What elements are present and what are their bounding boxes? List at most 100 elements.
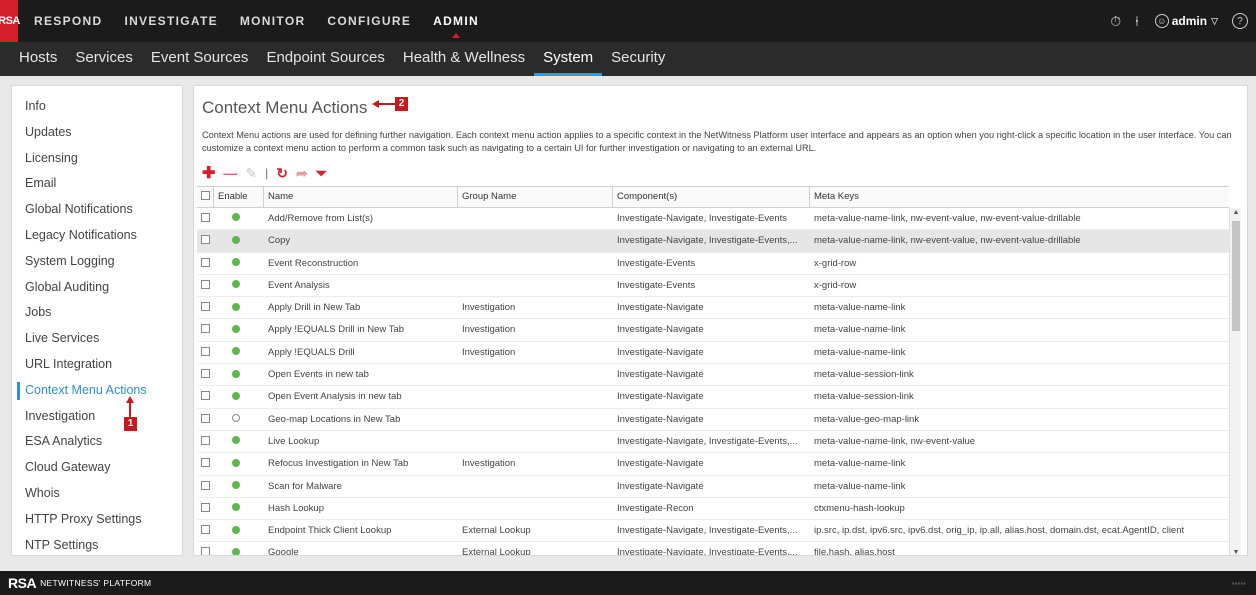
help-icon[interactable]: ? xyxy=(1232,13,1248,29)
timer-icon[interactable]: ⏱ xyxy=(1110,13,1121,30)
edit-icon[interactable]: ✎ xyxy=(245,165,257,182)
table-row[interactable]: Refocus Investigation in New Tab Investig… xyxy=(197,453,1229,476)
sidebar-item-global-auditing[interactable]: Global Auditing xyxy=(12,275,182,301)
scroll-down-icon[interactable]: ▼ xyxy=(1231,549,1241,555)
sidebar-item-updates[interactable]: Updates xyxy=(12,120,182,146)
row-checkbox[interactable] xyxy=(197,253,214,274)
table-row[interactable]: Copy Investigate-Navigate, Investigate-Ev… xyxy=(197,230,1229,253)
table-row[interactable]: Apply !EQUALS Drill in New Tab Investigat… xyxy=(197,319,1229,342)
enable-status-icon[interactable] xyxy=(214,297,264,318)
sidebar-item-url-integration[interactable]: URL Integration xyxy=(12,352,182,378)
row-checkbox[interactable] xyxy=(197,275,214,296)
enable-status-icon[interactable] xyxy=(214,409,264,430)
tab-services[interactable]: Services xyxy=(66,42,142,76)
table-row[interactable]: Live Lookup Investigate-Navigate, Investi… xyxy=(197,431,1229,454)
column-meta-keys[interactable]: Meta Keys xyxy=(810,187,1229,207)
row-checkbox[interactable] xyxy=(197,342,214,363)
column-name[interactable]: Name xyxy=(264,187,458,207)
sidebar-item-global-notifications[interactable]: Global Notifications xyxy=(12,197,182,223)
tab-security[interactable]: Security xyxy=(602,42,674,76)
sidebar-item-system-logging[interactable]: System Logging xyxy=(12,249,182,275)
enable-status-icon[interactable] xyxy=(214,386,264,407)
enable-status-icon[interactable] xyxy=(214,230,264,251)
row-checkbox[interactable] xyxy=(197,319,214,340)
row-checkbox[interactable] xyxy=(197,409,214,430)
row-components: Investigate-Navigate xyxy=(617,391,704,403)
tab-endpoint-sources[interactable]: Endpoint Sources xyxy=(257,42,393,76)
tab-hosts[interactable]: Hosts xyxy=(10,42,66,76)
scroll-thumb[interactable] xyxy=(1232,221,1240,331)
top-nav-configure[interactable]: CONFIGURE xyxy=(327,14,411,28)
table-row[interactable]: Apply !EQUALS Drill Investigation Investig… xyxy=(197,342,1229,365)
add-icon[interactable]: ✚ xyxy=(202,163,215,183)
sidebar-item-context-menu-actions[interactable]: Context Menu Actions xyxy=(12,378,182,404)
sidebar-item-jobs[interactable]: Jobs xyxy=(12,300,182,326)
table-row[interactable]: Hash Lookup Investigate-Recon ctxmenu-hash… xyxy=(197,498,1229,521)
column-group-name[interactable]: Group Name xyxy=(458,187,613,207)
column-enable[interactable]: Enable xyxy=(214,187,264,207)
sidebar-item-email[interactable]: Email xyxy=(12,171,182,197)
tab-health-wellness[interactable]: Health & Wellness xyxy=(394,42,534,76)
enable-status-icon[interactable] xyxy=(214,453,264,474)
enable-status-icon[interactable] xyxy=(214,520,264,541)
top-nav-respond[interactable]: RESPOND xyxy=(34,14,102,28)
row-checkbox[interactable] xyxy=(197,476,214,497)
table-row[interactable]: Open Event Analysis in new tab Investigat… xyxy=(197,386,1229,409)
sidebar-item-http-proxy-settings[interactable]: HTTP Proxy Settings xyxy=(12,507,182,533)
sidebar-item-info[interactable]: Info xyxy=(12,94,182,120)
tab-system[interactable]: System xyxy=(534,42,603,76)
top-nav-admin[interactable]: ADMIN xyxy=(433,14,479,38)
notifications-bell-icon[interactable]: ⍿ xyxy=(1135,13,1139,30)
row-checkbox[interactable] xyxy=(197,542,214,555)
enable-status-icon[interactable] xyxy=(214,431,264,452)
sidebar-item-licensing[interactable]: Licensing xyxy=(12,146,182,172)
top-nav-investigate[interactable]: INVESTIGATE xyxy=(124,14,217,28)
row-checkbox[interactable] xyxy=(197,431,214,452)
sidebar-item-investigation[interactable]: Investigation xyxy=(12,404,182,430)
remove-icon[interactable]: — xyxy=(223,165,237,181)
enable-status-icon[interactable] xyxy=(214,319,264,340)
sidebar-item-ntp-settings[interactable]: NTP Settings xyxy=(12,533,182,559)
table-row[interactable]: Open Events in new tab Investigate-Naviga… xyxy=(197,364,1229,387)
row-checkbox[interactable] xyxy=(197,453,214,474)
row-checkbox[interactable] xyxy=(197,208,214,229)
export-icon[interactable]: ➦ xyxy=(296,165,308,182)
table-scrollbar[interactable]: ▲ ▼ xyxy=(1229,208,1241,555)
row-checkbox[interactable] xyxy=(197,498,214,519)
table-row[interactable]: Geo-map Locations in New Tab Investigate-… xyxy=(197,409,1229,431)
enable-status-icon[interactable] xyxy=(214,253,264,274)
scroll-up-icon[interactable]: ▲ xyxy=(1231,209,1241,216)
enable-status-icon[interactable] xyxy=(214,542,264,555)
row-checkbox[interactable] xyxy=(197,386,214,407)
sidebar-item-cloud-gateway[interactable]: Cloud Gateway xyxy=(12,455,182,481)
table-row[interactable]: Add/Remove from List(s) Investigate-Navig… xyxy=(197,208,1229,231)
sidebar-item-whois[interactable]: Whois xyxy=(12,481,182,507)
table-row[interactable]: Google External Lookup Investigate-Navigat… xyxy=(197,542,1229,556)
select-all-checkbox[interactable] xyxy=(197,187,214,207)
table-row[interactable]: Apply Drill in New Tab Investigation Inves… xyxy=(197,297,1229,320)
user-menu[interactable]: ☺ admin ▽ xyxy=(1154,14,1218,28)
top-nav-monitor[interactable]: MONITOR xyxy=(240,14,306,28)
row-checkbox[interactable] xyxy=(197,364,214,385)
enable-status-icon[interactable] xyxy=(214,364,264,385)
refresh-icon[interactable]: ↻ xyxy=(276,165,288,182)
enable-status-icon[interactable] xyxy=(214,342,264,363)
enable-status-icon[interactable] xyxy=(214,476,264,497)
table-row[interactable]: Event Reconstruction Investigate-Events x-… xyxy=(197,253,1229,275)
column-components[interactable]: Component(s) xyxy=(613,187,810,207)
table-row[interactable]: Scan for Malware Investigate-Navigate meta… xyxy=(197,476,1229,498)
row-group: External Lookup xyxy=(462,547,531,556)
table-row[interactable]: Endpoint Thick Client Lookup External Loo… xyxy=(197,520,1229,543)
import-icon[interactable]: ⏷ xyxy=(316,165,327,182)
sidebar-item-esa-analytics[interactable]: ESA Analytics xyxy=(12,429,182,455)
row-checkbox[interactable] xyxy=(197,520,214,541)
sidebar-item-live-services[interactable]: Live Services xyxy=(12,326,182,352)
enable-status-icon[interactable] xyxy=(214,498,264,519)
table-row[interactable]: Event Analysis Investigate-Events x-grid-r… xyxy=(197,275,1229,298)
enable-status-icon[interactable] xyxy=(214,208,264,229)
sidebar-item-legacy-notifications[interactable]: Legacy Notifications xyxy=(12,223,182,249)
tab-event-sources[interactable]: Event Sources xyxy=(142,42,258,76)
row-checkbox[interactable] xyxy=(197,230,214,251)
enable-status-icon[interactable] xyxy=(214,275,264,296)
row-checkbox[interactable] xyxy=(197,297,214,318)
